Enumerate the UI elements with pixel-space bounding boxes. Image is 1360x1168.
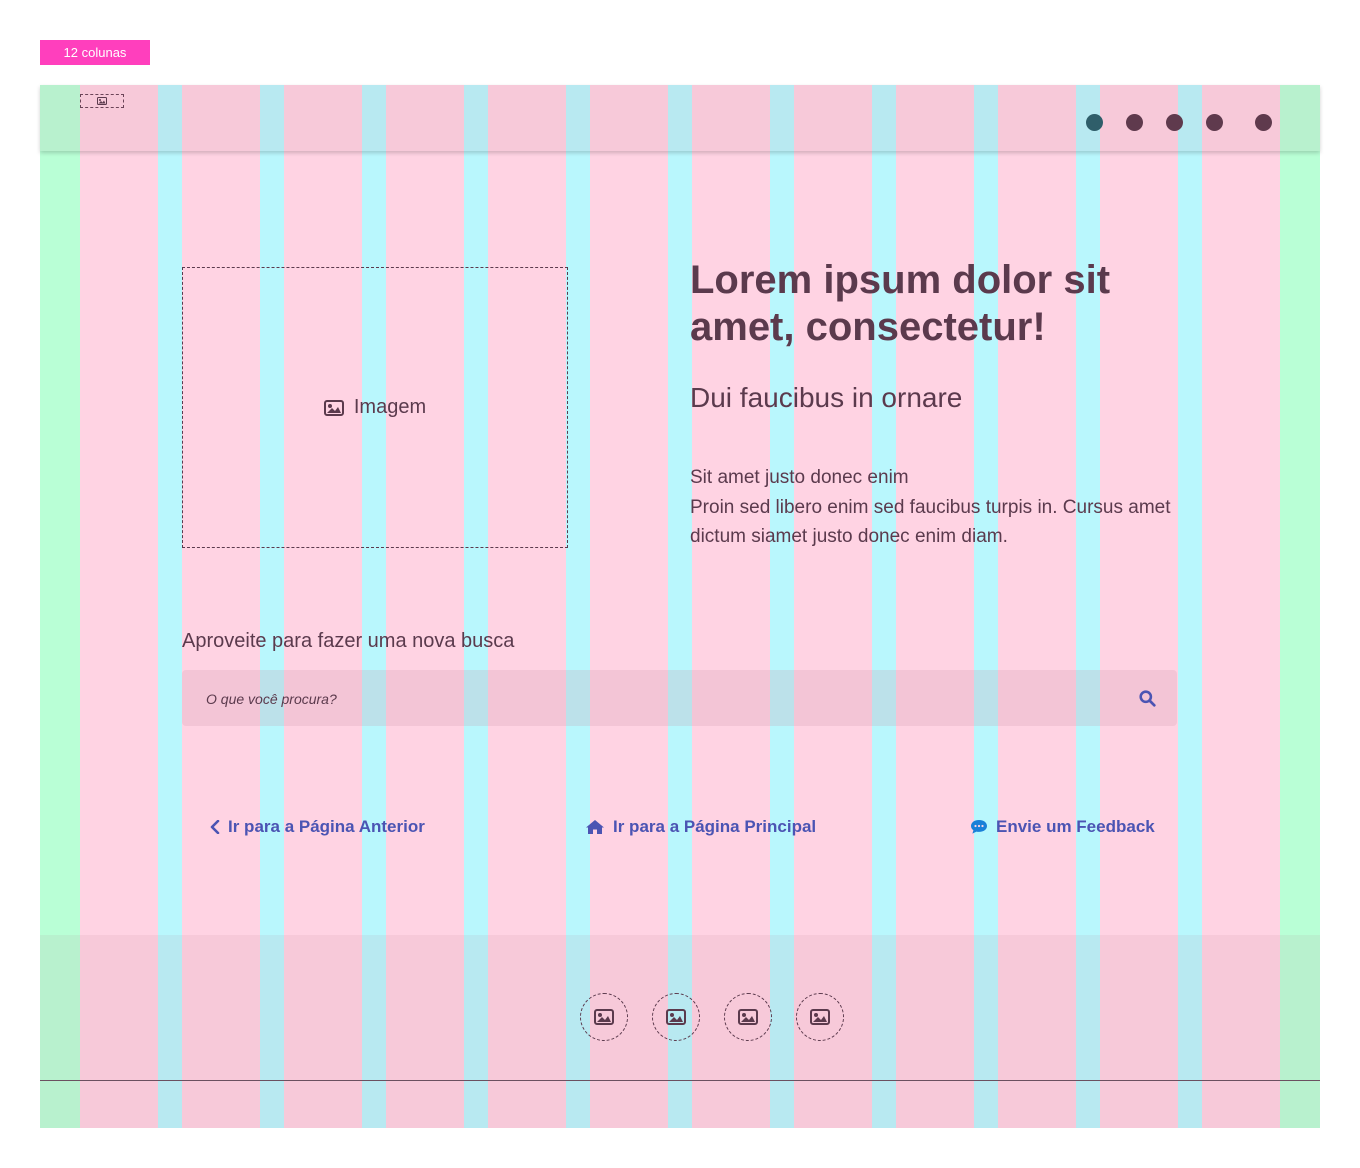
home-icon xyxy=(586,820,604,834)
footer-social-icons xyxy=(580,993,844,1041)
feedback-label: Envie um Feedback xyxy=(996,817,1155,836)
home-page-link[interactable]: Ir para a Página Principal xyxy=(585,817,816,837)
footer-icon-1[interactable] xyxy=(580,993,628,1041)
image-icon xyxy=(97,97,107,105)
body-line-1: Sit amet justo donec enim xyxy=(690,467,909,488)
body-line-2: Proin sed libero enim sed faucibus turpi… xyxy=(690,496,1171,548)
logo-placeholder[interactable] xyxy=(80,94,124,108)
page-title: Lorem ipsum dolor sit amet, consectetur! xyxy=(690,258,1111,349)
menu-dot[interactable] xyxy=(1206,114,1223,131)
image-icon xyxy=(594,1009,614,1025)
menu-dot[interactable] xyxy=(1086,114,1103,131)
grid-columns-label: 12 colunas xyxy=(63,45,127,60)
home-page-label: Ir para a Página Principal xyxy=(613,817,817,836)
footer-icon-4[interactable] xyxy=(796,993,844,1041)
search-icon xyxy=(1138,689,1156,707)
image-placeholder: Imagem xyxy=(182,267,568,548)
header-menu-dots xyxy=(1086,114,1272,131)
feedback-link[interactable]: Envie um Feedback xyxy=(970,817,1155,837)
search-button[interactable] xyxy=(1137,688,1157,708)
page-subtitle: Dui faucibus in ornare xyxy=(690,382,963,413)
menu-dot[interactable] xyxy=(1255,114,1272,131)
image-icon xyxy=(738,1009,758,1025)
image-placeholder-label: Imagem xyxy=(353,396,427,418)
image-icon xyxy=(666,1009,686,1025)
page-frame: Imagem Lorem ipsum dolor sit amet, conse… xyxy=(40,85,1320,1128)
search-bar xyxy=(182,670,1177,728)
image-icon xyxy=(810,1009,830,1025)
grid-columns-tag: 12 colunas xyxy=(40,40,150,65)
chevron-left-icon xyxy=(210,820,220,834)
footer xyxy=(40,935,1320,1128)
menu-dot[interactable] xyxy=(1126,114,1143,131)
search-input[interactable] xyxy=(204,670,1108,728)
comment-icon xyxy=(971,820,987,834)
header xyxy=(40,85,1320,151)
body-text: Sit amet justo donec enim Proin sed libe… xyxy=(690,463,1180,552)
footer-icon-2[interactable] xyxy=(652,993,700,1041)
previous-page-link[interactable]: Ir para a Página Anterior xyxy=(210,817,425,837)
image-icon xyxy=(323,399,344,416)
footer-divider xyxy=(40,1080,1320,1081)
previous-page-label: Ir para a Página Anterior xyxy=(228,817,425,836)
footer-icon-3[interactable] xyxy=(724,993,772,1041)
menu-dot[interactable] xyxy=(1166,114,1183,131)
search-label: Aproveite para fazer uma nova busca xyxy=(182,630,515,652)
